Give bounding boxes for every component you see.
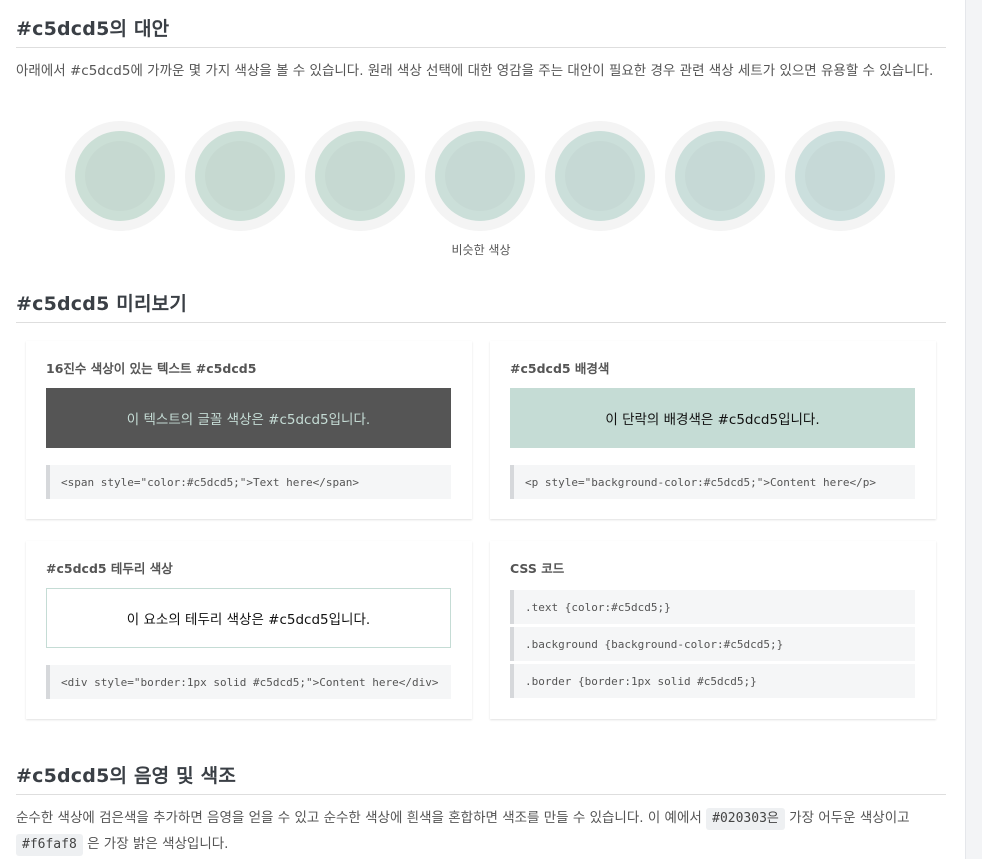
text-color-card-title: 16진수 색상이 있는 텍스트 #c5dcd5 bbox=[46, 361, 257, 376]
shades-heading: #c5dcd5의 음영 및 색조 bbox=[16, 765, 237, 787]
similar-color-swatch[interactable] bbox=[65, 121, 175, 231]
similar-color-swatch[interactable] bbox=[425, 121, 535, 231]
background-color-code[interactable]: <p style="background-color:#c5dcd5;">Con… bbox=[510, 465, 915, 499]
border-color-demo: 이 요소의 테두리 색상은 #c5dcd5입니다. bbox=[46, 588, 451, 648]
css-code-card-title: CSS 코드 bbox=[510, 561, 565, 576]
alternatives-heading: #c5dcd5의 대안 bbox=[16, 18, 170, 40]
css-code-text[interactable]: .text {color:#c5dcd5;} bbox=[510, 590, 915, 624]
css-code-background[interactable]: .background {background-color:#c5dcd5;} bbox=[510, 627, 915, 661]
lightest-tint-code: #f6faf8 bbox=[16, 834, 83, 856]
similar-colors-row bbox=[65, 121, 895, 231]
border-color-card-title: #c5dcd5 테두리 색상 bbox=[46, 561, 173, 576]
preview-heading: #c5dcd5 미리보기 bbox=[16, 293, 188, 315]
shades-text-after: 은 가장 밝은 색상입니다. bbox=[87, 836, 229, 852]
alternatives-description: 아래에서 #c5dcd5에 가까운 몇 가지 색상을 볼 수 있습니다. 원래 … bbox=[16, 63, 934, 79]
background-color-demo: 이 단락의 배경색은 #c5dcd5입니다. bbox=[510, 388, 915, 448]
text-color-card: 16진수 색상이 있는 텍스트 #c5dcd5 이 텍스트의 글꼴 색상은 #c… bbox=[26, 341, 472, 519]
similar-colors-label: 비슷한 색상 bbox=[451, 243, 511, 257]
preview-divider bbox=[16, 322, 946, 323]
background-color-card: #c5dcd5 배경색 이 단락의 배경색은 #c5dcd5입니다. <p st… bbox=[490, 341, 936, 519]
similar-color-swatch[interactable] bbox=[545, 121, 655, 231]
shades-text-mid: 가장 어두운 색상이고 bbox=[789, 810, 910, 826]
text-color-code[interactable]: <span style="color:#c5dcd5;">Text here</… bbox=[46, 465, 451, 499]
css-code-border[interactable]: .border {border:1px solid #c5dcd5;} bbox=[510, 664, 915, 698]
shades-divider bbox=[16, 794, 946, 795]
similar-color-swatch[interactable] bbox=[665, 121, 775, 231]
background-color-card-title: #c5dcd5 배경색 bbox=[510, 361, 610, 376]
alternatives-divider bbox=[16, 47, 946, 48]
shades-description: 순수한 색상에 검은색을 추가하면 음영을 얻을 수 있고 순수한 색상에 흰색… bbox=[16, 805, 941, 857]
border-color-card: #c5dcd5 테두리 색상 이 요소의 테두리 색상은 #c5dcd5입니다.… bbox=[26, 541, 472, 719]
similar-color-swatch[interactable] bbox=[785, 121, 895, 231]
darkest-shade-code: #020303은 bbox=[706, 808, 785, 830]
right-sidebar-strip bbox=[965, 0, 982, 859]
css-code-card: CSS 코드 .text {color:#c5dcd5;} .backgroun… bbox=[490, 541, 936, 719]
text-color-demo: 이 텍스트의 글꼴 색상은 #c5dcd5입니다. bbox=[46, 388, 451, 448]
border-color-code[interactable]: <div style="border:1px solid #c5dcd5;">C… bbox=[46, 665, 451, 699]
similar-color-swatch[interactable] bbox=[185, 121, 295, 231]
shades-text-before: 순수한 색상에 검은색을 추가하면 음영을 얻을 수 있고 순수한 색상에 흰색… bbox=[16, 810, 702, 826]
similar-color-swatch[interactable] bbox=[305, 121, 415, 231]
